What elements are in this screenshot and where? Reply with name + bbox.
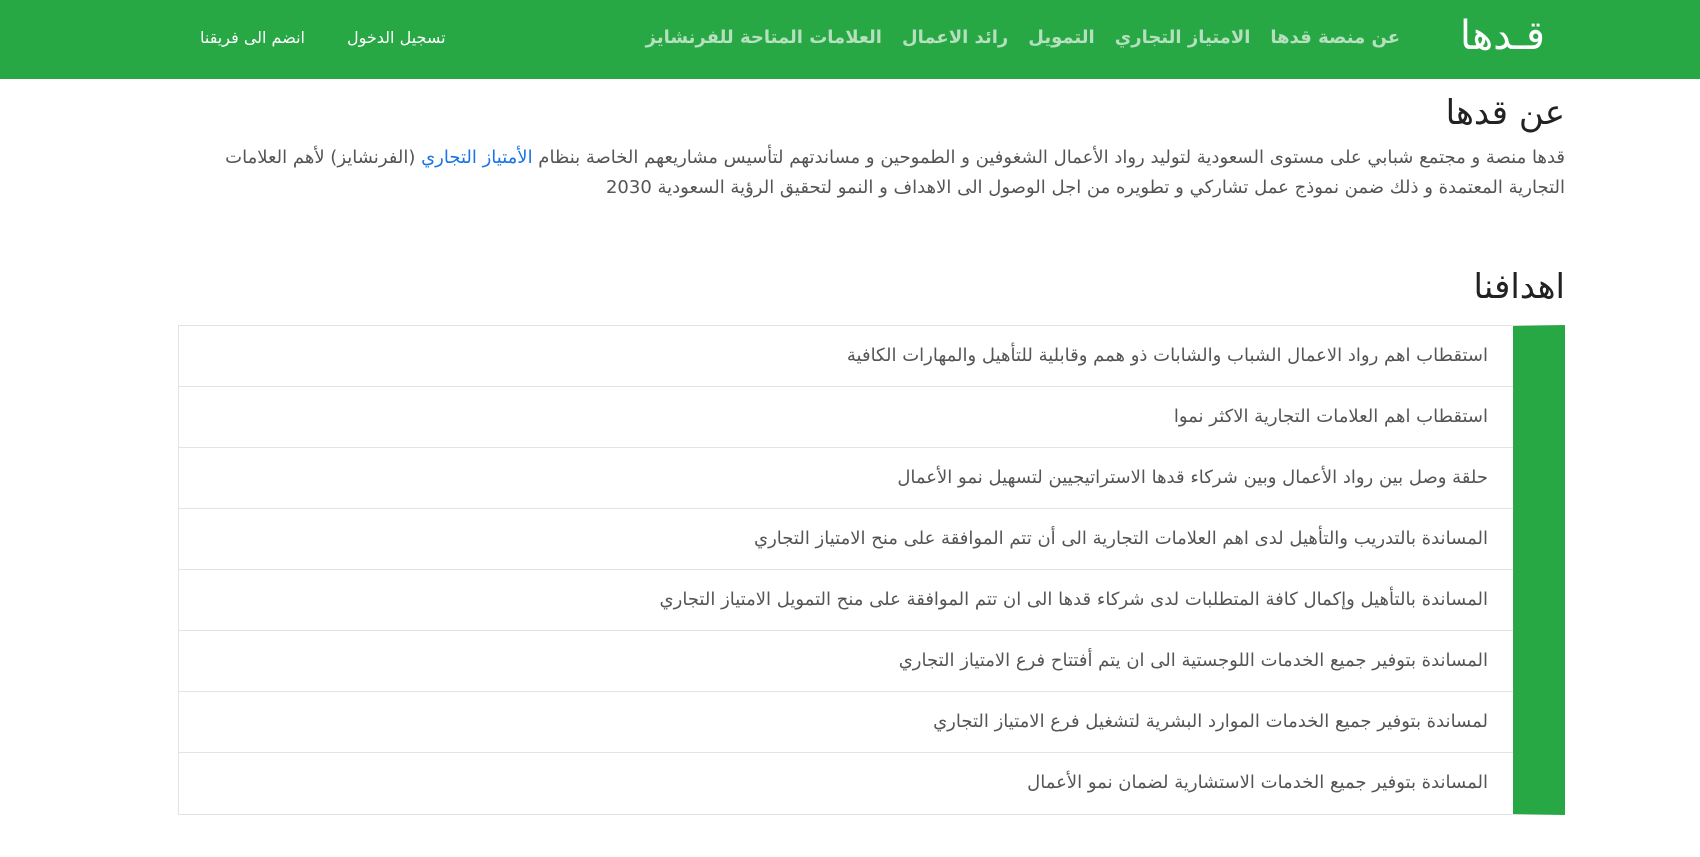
- about-title: عن قدها: [1445, 93, 1565, 133]
- top-navbar: قـدها عن منصة قدها الامتياز التجاري التم…: [0, 0, 1700, 79]
- goal-item: استقطاب اهم رواد الاعمال الشباب والشابات…: [179, 326, 1513, 387]
- goal-item: المساندة بتوفير جميع الخدمات اللوجستية ا…: [179, 631, 1513, 692]
- nav-link-entrepreneur[interactable]: رائد الاعمال: [902, 24, 1008, 52]
- goal-item: المساندة بتوفير جميع الخدمات الاستشارية …: [1027, 772, 1488, 793]
- franchise-link[interactable]: الأمتياز التجاري: [421, 147, 532, 168]
- goal-item: المساندة بالتدريب والتأهيل لدى اهم العلا…: [179, 509, 1513, 570]
- brand-logo[interactable]: قـدها: [1460, 12, 1545, 60]
- nav-link-about[interactable]: عن منصة قدها: [1270, 24, 1400, 52]
- about-text-part-1: قدها منصة و مجتمع شبابي على مستوى السعود…: [532, 147, 1565, 168]
- auth-nav: تسجيل الدخول انضم الى فريقنا: [200, 24, 446, 52]
- goals-title: اهدافنا: [1473, 267, 1565, 307]
- goal-item: لمساندة بتوفير جميع الخدمات الموارد البش…: [179, 692, 1513, 753]
- goal-item: المساندة بالتأهيل وإكمال كافة المتطلبات …: [179, 570, 1513, 631]
- nav-link-funding[interactable]: التمويل: [1028, 24, 1094, 52]
- login-link[interactable]: تسجيل الدخول: [347, 24, 446, 52]
- nav-link-franchise[interactable]: الامتياز التجاري: [1115, 24, 1251, 52]
- nav-link-available-brands[interactable]: العلامات المتاحة للفرنشايز: [646, 24, 882, 52]
- goal-item: حلقة وصل بين رواد الأعمال وبين شركاء قده…: [179, 448, 1513, 509]
- goals-list: استقطاب اهم رواد الاعمال الشباب والشابات…: [178, 325, 1565, 815]
- join-team-link[interactable]: انضم الى فريقنا: [200, 24, 305, 52]
- main-content: عن قدها قدها منصة و مجتمع شبابي على مستو…: [178, 79, 1565, 815]
- about-paragraph: قدها منصة و مجتمع شبابي على مستوى السعود…: [178, 143, 1565, 203]
- goal-item: استقطاب اهم العلامات التجارية الاكثر نمو…: [179, 387, 1513, 448]
- main-nav: عن منصة قدها الامتياز التجاري التمويل را…: [646, 24, 1400, 52]
